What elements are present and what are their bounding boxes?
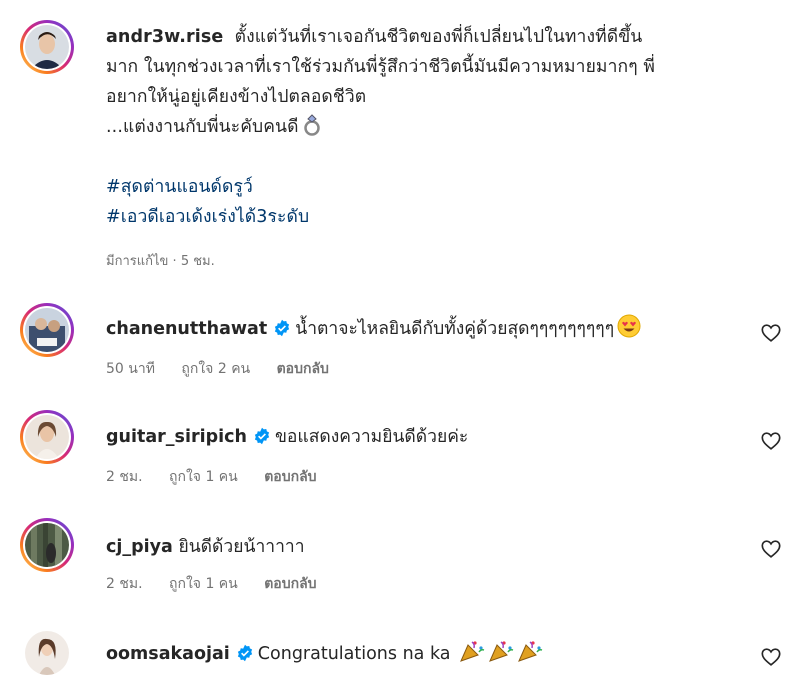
comment-meta: 2 ชม. ถูกใจ 1 คน ตอบกลับ — [106, 573, 339, 595]
comment-username[interactable]: oomsakaojai — [106, 644, 230, 664]
caption-line: อยากให้นู่อยู่เคียงข้างไปตลอดชีวิต — [106, 87, 367, 107]
comment-likes[interactable]: ถูกใจ 2 คน — [181, 361, 250, 377]
party-popper-emoji — [518, 641, 543, 662]
verified-badge-icon — [237, 644, 252, 662]
post-author-avatar[interactable] — [20, 20, 74, 74]
comment-text-row: oomsakaojai Congratulations na ka — [106, 639, 543, 664]
post-meta: มีการแก้ไข · 5 ชม. — [106, 250, 215, 271]
heart-eyes-emoji — [617, 314, 641, 338]
comment-meta: 2 ชม. ถูกใจ 1 คน ตอบกลับ — [106, 466, 339, 488]
verified-badge-icon — [254, 427, 270, 445]
post-caption: andr3w.rise ตั้งแต่วันที่เราเจอกันชีวิตข… — [106, 22, 766, 232]
comment-username[interactable]: chanenutthawat — [106, 319, 267, 339]
party-popper-emoji — [460, 641, 485, 662]
commenter-photo — [25, 308, 69, 352]
meta-separator: · — [172, 254, 177, 269]
comment-text: ยินดีด้วยน้าาาาา — [178, 537, 305, 557]
comment-time[interactable]: 2 ชม. — [106, 576, 143, 592]
comment-likes[interactable]: ถูกใจ 1 คน — [169, 576, 238, 592]
comment-text-row: chanenutthawat น้ำตาจะไหลยินดีกับทั้งคู่ด… — [106, 314, 641, 342]
commenter-photo — [25, 631, 69, 675]
post-username[interactable]: andr3w.rise — [106, 27, 223, 47]
like-heart-icon[interactable] — [760, 430, 782, 452]
comment-time[interactable]: 50 นาที — [106, 361, 155, 377]
comment-text-row: cj_piya ยินดีด้วยน้าาาาา — [106, 532, 305, 560]
reply-button[interactable]: ตอบกลับ — [277, 361, 329, 377]
party-popper-emoji — [489, 641, 514, 662]
caption-line: ตั้งแต่วันที่เราเจอกันชีวิตของพี่ก็เปลี่… — [234, 27, 643, 47]
ring-icon — [303, 114, 320, 136]
like-heart-icon[interactable] — [760, 538, 782, 560]
commenter-avatar[interactable] — [20, 410, 74, 464]
commenter-avatar[interactable] — [20, 626, 74, 680]
comment-meta: 50 นาที ถูกใจ 2 คน ตอบกลับ — [106, 358, 351, 380]
comment-text: น้ำตาจะไหลยินดีกับทั้งคู่ด้วยสุดๆๆๆๆๆๆๆๆ… — [295, 319, 615, 339]
commenter-photo — [25, 523, 69, 567]
caption-line: มาก ในทุกช่วงเวลาที่เราใช้ร่วมกันพี่รู้ส… — [106, 57, 655, 77]
post-time[interactable]: 5 ชม. — [181, 254, 215, 269]
commenter-avatar[interactable] — [20, 518, 74, 572]
comment-text-row: guitar_siripich ขอแสดงความยินดีด้วยค่ะ — [106, 422, 468, 450]
reply-button[interactable]: ตอบกลับ — [264, 576, 316, 592]
like-heart-icon[interactable] — [760, 322, 782, 344]
commenter-avatar[interactable] — [20, 303, 74, 357]
comment-username[interactable]: guitar_siripich — [106, 427, 247, 447]
hashtag-link[interactable]: #สุดต่านแอนด์ดรูว์ — [106, 172, 766, 202]
like-heart-icon[interactable] — [760, 646, 782, 668]
comment-text: Congratulations na ka — [257, 644, 451, 664]
comment-username[interactable]: cj_piya — [106, 537, 173, 557]
comment-time[interactable]: 2 ชม. — [106, 469, 143, 485]
caption-line: ...แต่งงานกับพี่นะคับคนดี — [106, 117, 299, 137]
commenter-photo — [25, 415, 69, 459]
reply-button[interactable]: ตอบกลับ — [264, 469, 316, 485]
edited-label: มีการแก้ไข — [106, 254, 169, 269]
comment-text: ขอแสดงความยินดีด้วยค่ะ — [274, 427, 469, 447]
verified-badge-icon — [275, 319, 290, 337]
author-photo — [25, 25, 69, 69]
comment-likes[interactable]: ถูกใจ 1 คน — [169, 469, 238, 485]
hashtag-link[interactable]: #เอวดีเอวเด้งเร่งได้3ระดับ — [106, 202, 766, 232]
